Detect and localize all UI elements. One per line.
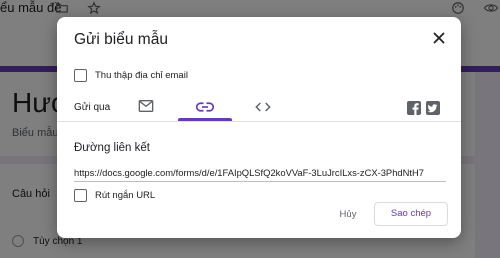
link-section-title: Đường liên kết: [74, 142, 150, 154]
send-form-dialog: Gửi biểu mẫu Thu thập địa chỉ email Gửi …: [57, 17, 461, 238]
mail-icon: [138, 100, 154, 112]
embed-code-icon: [255, 102, 271, 112]
cancel-button[interactable]: Hủy: [327, 204, 369, 226]
collect-email-label: Thu thập địa chỉ email: [95, 70, 188, 81]
collect-email-checkbox[interactable]: [74, 69, 87, 82]
close-icon[interactable]: [430, 29, 448, 47]
send-via-label: Gửi qua: [74, 102, 111, 113]
link-url-field[interactable]: https://docs.google.com/forms/d/e/1FAIpQ…: [74, 167, 446, 179]
link-field-underline: [74, 181, 446, 182]
link-icon: [196, 102, 214, 112]
tab-embed[interactable]: [252, 95, 274, 121]
shorten-url-checkbox[interactable]: [74, 189, 87, 202]
dialog-title: Gửi biểu mẫu: [74, 31, 168, 48]
twitter-icon[interactable]: [426, 101, 440, 115]
shorten-url-label: Rút ngắn URL: [95, 190, 156, 201]
tab-email[interactable]: [136, 95, 156, 121]
tab-divider: [57, 121, 461, 122]
facebook-icon[interactable]: [407, 101, 421, 115]
copy-button[interactable]: Sao chép: [374, 202, 448, 226]
